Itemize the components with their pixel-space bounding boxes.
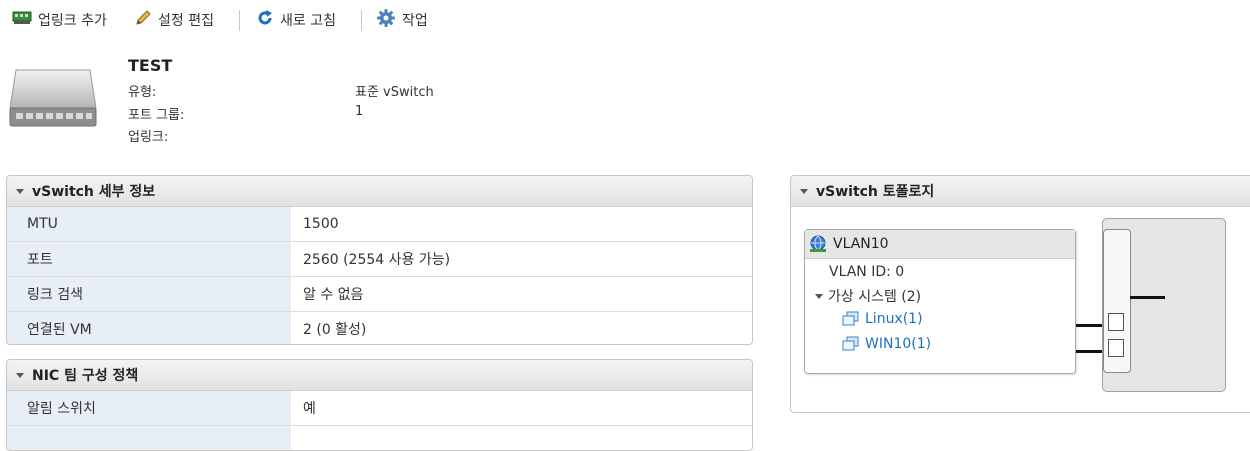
type-label: 유형: <box>128 85 157 100</box>
table-row: 연결된 VM 2 (0 활성) <box>7 312 752 344</box>
switch-port-icon <box>1108 313 1124 331</box>
pencil-icon <box>134 9 152 31</box>
vm-link-linux: Linux(1) <box>865 311 923 327</box>
toolbar-divider <box>361 10 362 31</box>
row-value: 1500 <box>303 216 339 232</box>
vm-item[interactable]: WIN10(1) <box>842 336 931 352</box>
refresh-icon <box>256 9 274 31</box>
row-value: 알 수 없음 <box>303 287 364 303</box>
portgroup-box[interactable]: VLAN10 VLAN ID: 0 가상 시스템 (2) Linux(1) WI… <box>804 229 1076 374</box>
vswitch-topology-header[interactable]: vSwitch 토폴로지 <box>791 176 1250 207</box>
table-row: 링크 검색 알 수 없음 <box>7 277 752 312</box>
portgroup-header: VLAN10 <box>805 230 1075 259</box>
row-key <box>7 426 291 450</box>
row-value: 2 (0 활성) <box>303 322 367 338</box>
actions-label: 작업 <box>402 13 428 29</box>
collapse-triangle-icon <box>800 188 808 194</box>
row-value <box>291 426 752 450</box>
edit-settings-button[interactable]: 설정 편집 <box>134 9 214 31</box>
table-row: MTU 1500 <box>7 207 752 242</box>
toolbar-divider <box>239 10 240 31</box>
row-key: 포트 <box>7 242 291 276</box>
collapse-triangle-icon <box>16 372 24 378</box>
collapse-triangle-icon <box>815 293 823 299</box>
vm-item[interactable]: Linux(1) <box>842 311 923 327</box>
network-globe-icon <box>809 235 827 253</box>
vswitch-topology-title: vSwitch 토폴로지 <box>816 184 935 200</box>
portgroups-value: 1 <box>355 104 364 119</box>
vswitch-body <box>1102 218 1226 392</box>
vm-list-toggle[interactable]: 가상 시스템 (2) <box>815 286 921 306</box>
network-card-icon <box>12 10 32 30</box>
row-key: 링크 검색 <box>7 277 291 311</box>
row-key: 알림 스위치 <box>7 391 291 425</box>
refresh-button[interactable]: 새로 고침 <box>256 9 336 31</box>
edit-settings-label: 설정 편집 <box>158 13 214 29</box>
add-uplink-button[interactable]: 업링크 추가 <box>12 9 107 31</box>
vlan-id: VLAN ID: 0 <box>829 264 905 280</box>
vm-link-win10: WIN10(1) <box>865 336 932 352</box>
vm-list-label: 가상 시스템 (2) <box>828 289 922 305</box>
actions-button[interactable]: 작업 <box>376 9 428 31</box>
nic-teaming-title: NIC 팀 구성 정책 <box>32 368 139 384</box>
portgroups-label: 포트 그룹: <box>128 108 185 123</box>
toolbar: 업링크 추가 설정 편집 새로 고침 작업 <box>0 0 1250 40</box>
uplink-line <box>1130 296 1165 299</box>
vswitch-topology-panel: vSwitch 토폴로지 VLAN10 VLAN ID: 0 가상 시스템 (2… <box>790 175 1250 413</box>
gear-icon <box>376 8 396 32</box>
row-value: 예 <box>303 401 316 417</box>
table-row <box>7 426 752 450</box>
vm-icon <box>842 336 860 352</box>
vm-icon <box>842 311 860 327</box>
refresh-label: 새로 고침 <box>280 13 336 29</box>
vswitch-details-panel: vSwitch 세부 정보 MTU 1500 포트 2560 (2554 사용 … <box>6 175 753 345</box>
topology-diagram: VLAN10 VLAN ID: 0 가상 시스템 (2) Linux(1) WI… <box>791 207 1250 412</box>
nic-teaming-header[interactable]: NIC 팀 구성 정책 <box>7 360 752 391</box>
type-value: 표준 vSwitch <box>355 85 434 100</box>
vswitch-icon <box>8 68 98 134</box>
row-value: 2560 (2554 사용 가능) <box>303 252 451 268</box>
row-key: MTU <box>7 207 291 241</box>
collapse-triangle-icon <box>16 188 24 194</box>
row-key: 연결된 VM <box>7 312 291 344</box>
switch-port-icon <box>1108 339 1124 357</box>
vswitch-details-title: vSwitch 세부 정보 <box>32 184 156 200</box>
portgroup-name: VLAN10 <box>833 236 889 252</box>
vswitch-details-header[interactable]: vSwitch 세부 정보 <box>7 176 752 207</box>
uplinks-label: 업링크: <box>128 130 169 145</box>
table-row: 포트 2560 (2554 사용 가능) <box>7 242 752 277</box>
add-uplink-label: 업링크 추가 <box>38 13 107 29</box>
nic-teaming-panel: NIC 팀 구성 정책 알림 스위치 예 <box>6 359 753 451</box>
table-row: 알림 스위치 예 <box>7 391 752 426</box>
page-title: TEST <box>128 56 173 75</box>
